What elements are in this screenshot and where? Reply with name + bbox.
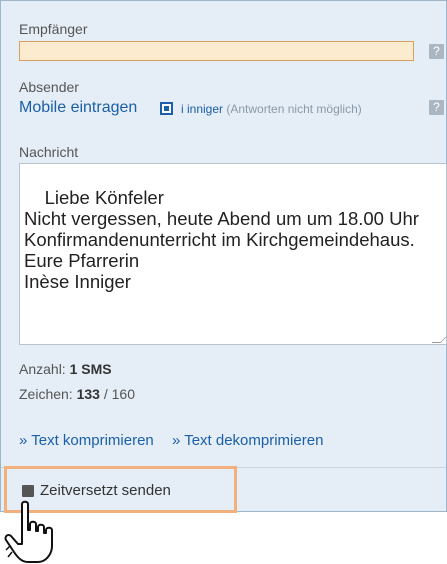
sender-help-icon[interactable]: ?: [429, 100, 444, 115]
sms-compose-panel: Empfänger ? Absender Mobile eintragen i …: [0, 0, 447, 512]
sender-name-text: i inniger: [181, 102, 224, 116]
sender-name: i inniger (Antworten nicht möglich): [181, 102, 362, 116]
delayed-send-label: Zeitversetzt senden: [40, 482, 171, 499]
recipient-input[interactable]: [19, 41, 414, 61]
char-count-label: Zeichen:: [19, 386, 73, 402]
sender-label: Absender: [19, 79, 79, 95]
sms-count: Anzahl: 1 SMS: [19, 361, 112, 377]
sms-count-value: 1 SMS: [69, 361, 112, 377]
message-text: Liebe Könfeler Nicht vergessen, heute Ab…: [24, 187, 419, 292]
delayed-send-checkbox[interactable]: [22, 485, 34, 497]
char-count-value: 133: [76, 386, 100, 402]
char-count-limit: / 160: [103, 386, 135, 402]
char-count: Zeichen: 133 / 160: [19, 386, 135, 402]
resize-grip-icon[interactable]: [431, 334, 446, 343]
sender-checkbox[interactable]: [160, 102, 173, 115]
add-mobile-link[interactable]: Mobile eintragen: [19, 99, 137, 117]
sender-note: (Antworten nicht möglich): [226, 102, 362, 116]
hand-pointer-icon: [4, 500, 53, 563]
recipient-label: Empfänger: [19, 21, 88, 37]
decompress-text-link[interactable]: » Text dekomprimieren: [172, 432, 323, 449]
sms-count-label: Anzahl:: [19, 361, 66, 377]
message-textarea[interactable]: Liebe Könfeler Nicht vergessen, heute Ab…: [19, 163, 447, 345]
text-actions: » Text komprimieren » Text dekomprimiere…: [19, 432, 337, 449]
recipient-help-icon[interactable]: ?: [429, 44, 444, 59]
compress-text-link[interactable]: » Text komprimieren: [19, 432, 154, 449]
message-label: Nachricht: [19, 144, 79, 160]
